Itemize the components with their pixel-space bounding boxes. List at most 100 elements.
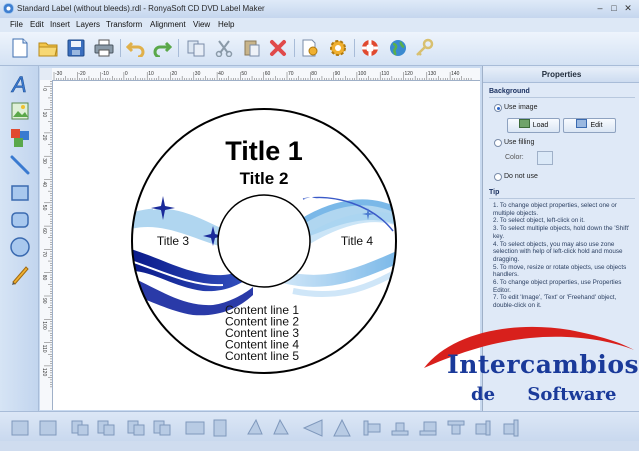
use-image-label: Use image — [504, 104, 538, 111]
ruler-tick-label: 110 — [41, 345, 47, 353]
title-bar: Standard Label (without bleeds).rdl - Ro… — [0, 0, 639, 19]
ruler-tick-label: 100 — [358, 71, 367, 77]
disc-hole — [217, 194, 311, 288]
paste-icon[interactable] — [240, 37, 264, 59]
ruler-tick-label: 50 — [41, 205, 47, 211]
rounded-rectangle-tool-icon[interactable] — [8, 208, 32, 232]
settings-gear-icon[interactable] — [326, 37, 350, 59]
object-tools-panel: A — [0, 66, 39, 411]
open-folder-icon[interactable] — [36, 37, 60, 59]
svg-text:A: A — [10, 73, 27, 95]
edit-image-button[interactable]: Edit — [563, 118, 616, 133]
menu-help[interactable]: Help — [218, 20, 234, 29]
align-middle-icon — [419, 430, 437, 436]
align-center-icon — [333, 418, 351, 437]
alignment-icons — [11, 418, 519, 437]
ellipse-tool-icon[interactable] — [8, 235, 32, 259]
text-tool-icon[interactable]: A — [8, 72, 32, 96]
ruler-tick-label: 110 — [381, 71, 389, 77]
cut-icon[interactable] — [212, 37, 236, 59]
redo-icon[interactable] — [150, 37, 174, 59]
ruler-tick-label: 0 — [125, 71, 128, 77]
app-disc-icon — [3, 3, 14, 14]
menu-edit[interactable]: Edit — [30, 20, 44, 29]
title-1-text[interactable]: Title 1 — [225, 136, 303, 166]
ruler-tick-label: -10 — [102, 71, 109, 77]
toolbar-separator — [294, 39, 295, 57]
ruler-tick-label: 90 — [335, 71, 341, 77]
load-image-icon — [518, 119, 530, 128]
edit-button-label: Edit — [590, 122, 603, 129]
close-icon[interactable]: ✕ — [622, 3, 634, 14]
toolbar-separator — [354, 39, 355, 57]
align-left-icon — [363, 420, 369, 436]
status-bar — [0, 441, 639, 451]
tip-text: 1. To change object properties, select o… — [493, 202, 630, 310]
design-canvas[interactable]: Title 1 Title 2 Title 3 Title 4 Content … — [53, 81, 480, 410]
ruler-tick-label: 60 — [265, 71, 271, 77]
properties-icon[interactable] — [298, 37, 322, 59]
menu-view[interactable]: View — [193, 20, 210, 29]
rectangle-tool-icon[interactable] — [8, 181, 32, 205]
save-icon[interactable] — [64, 37, 88, 59]
ruler-tick-label: 50 — [241, 71, 247, 77]
toolbar-separator — [178, 39, 179, 57]
line-tool-icon[interactable] — [8, 153, 32, 177]
menu-layers[interactable]: Layers — [76, 20, 100, 29]
ruler-tick-label: 120 — [405, 71, 414, 77]
main-toolbar — [0, 32, 639, 66]
ruler-tick-label: 90 — [41, 298, 47, 304]
use-image-radio[interactable] — [494, 104, 502, 112]
background-section-title: Background — [489, 88, 530, 95]
content-line[interactable]: Content line 5 — [225, 349, 299, 363]
title-4-text[interactable]: Title 4 — [341, 234, 374, 248]
new-document-icon[interactable] — [8, 37, 32, 59]
do-not-use-radio[interactable] — [494, 173, 502, 181]
ruler-tick-label: 20 — [41, 135, 47, 141]
delete-icon[interactable] — [266, 37, 290, 59]
title-2-text[interactable]: Title 2 — [240, 169, 289, 188]
ruler-corner — [40, 68, 52, 80]
ruler-tick-label: 70 — [288, 71, 294, 77]
do-not-use-label: Do not use — [504, 173, 538, 180]
menu-bar: File Edit Insert Layers Transform Alignm… — [0, 18, 639, 32]
align-left-edge-icon — [302, 419, 323, 437]
ruler-tick-label: 0 — [41, 88, 47, 91]
properties-header: Properties — [483, 68, 639, 83]
maximize-icon[interactable]: □ — [608, 3, 620, 14]
watermark-title: Intercambios — [447, 350, 639, 379]
image-tool-icon[interactable] — [8, 99, 32, 123]
minimize-icon[interactable]: – — [594, 3, 606, 14]
ruler-tick-label: 10 — [148, 71, 154, 77]
ruler-tick-label: 80 — [311, 71, 317, 77]
copy-icon[interactable] — [184, 37, 208, 59]
ruler-tick-label: 60 — [41, 228, 47, 234]
menu-insert[interactable]: Insert — [50, 20, 70, 29]
color-label: Color: — [505, 154, 524, 161]
title-3-text[interactable]: Title 3 — [157, 234, 190, 248]
ruler-tick-label: 40 — [41, 182, 47, 188]
fill-color-swatch[interactable] — [537, 151, 553, 165]
menu-alignment[interactable]: Alignment — [150, 20, 186, 29]
ruler-tick-label: 100 — [41, 321, 47, 330]
freehand-pencil-tool-icon[interactable] — [8, 262, 32, 286]
object-tool-icon[interactable] — [8, 126, 32, 150]
vertical-ruler: -100102030405060708090100110120 — [40, 80, 53, 410]
ruler-tick-label: 10 — [41, 112, 47, 118]
alignment-toolbar — [0, 411, 639, 442]
use-filling-radio[interactable] — [494, 139, 502, 147]
horizontal-ruler: mm -30-20-100102030405060708090100110120… — [40, 68, 480, 81]
help-lifebuoy-icon[interactable] — [358, 37, 382, 59]
ruler-tick-label: 30 — [41, 158, 47, 164]
web-globe-icon[interactable] — [386, 37, 410, 59]
print-icon[interactable] — [92, 37, 116, 59]
cd-label-svg: Title 1 Title 2 Title 3 Title 4 Content … — [131, 108, 397, 374]
key-icon[interactable] — [412, 37, 436, 59]
menu-transform[interactable]: Transform — [106, 20, 142, 29]
select-all-icon — [11, 420, 29, 436]
toolbar-separator — [120, 39, 121, 57]
load-image-button[interactable]: Load — [507, 118, 560, 133]
menu-file[interactable]: File — [10, 20, 23, 29]
undo-icon[interactable] — [124, 37, 148, 59]
flip-horizontal-icon — [185, 421, 205, 435]
